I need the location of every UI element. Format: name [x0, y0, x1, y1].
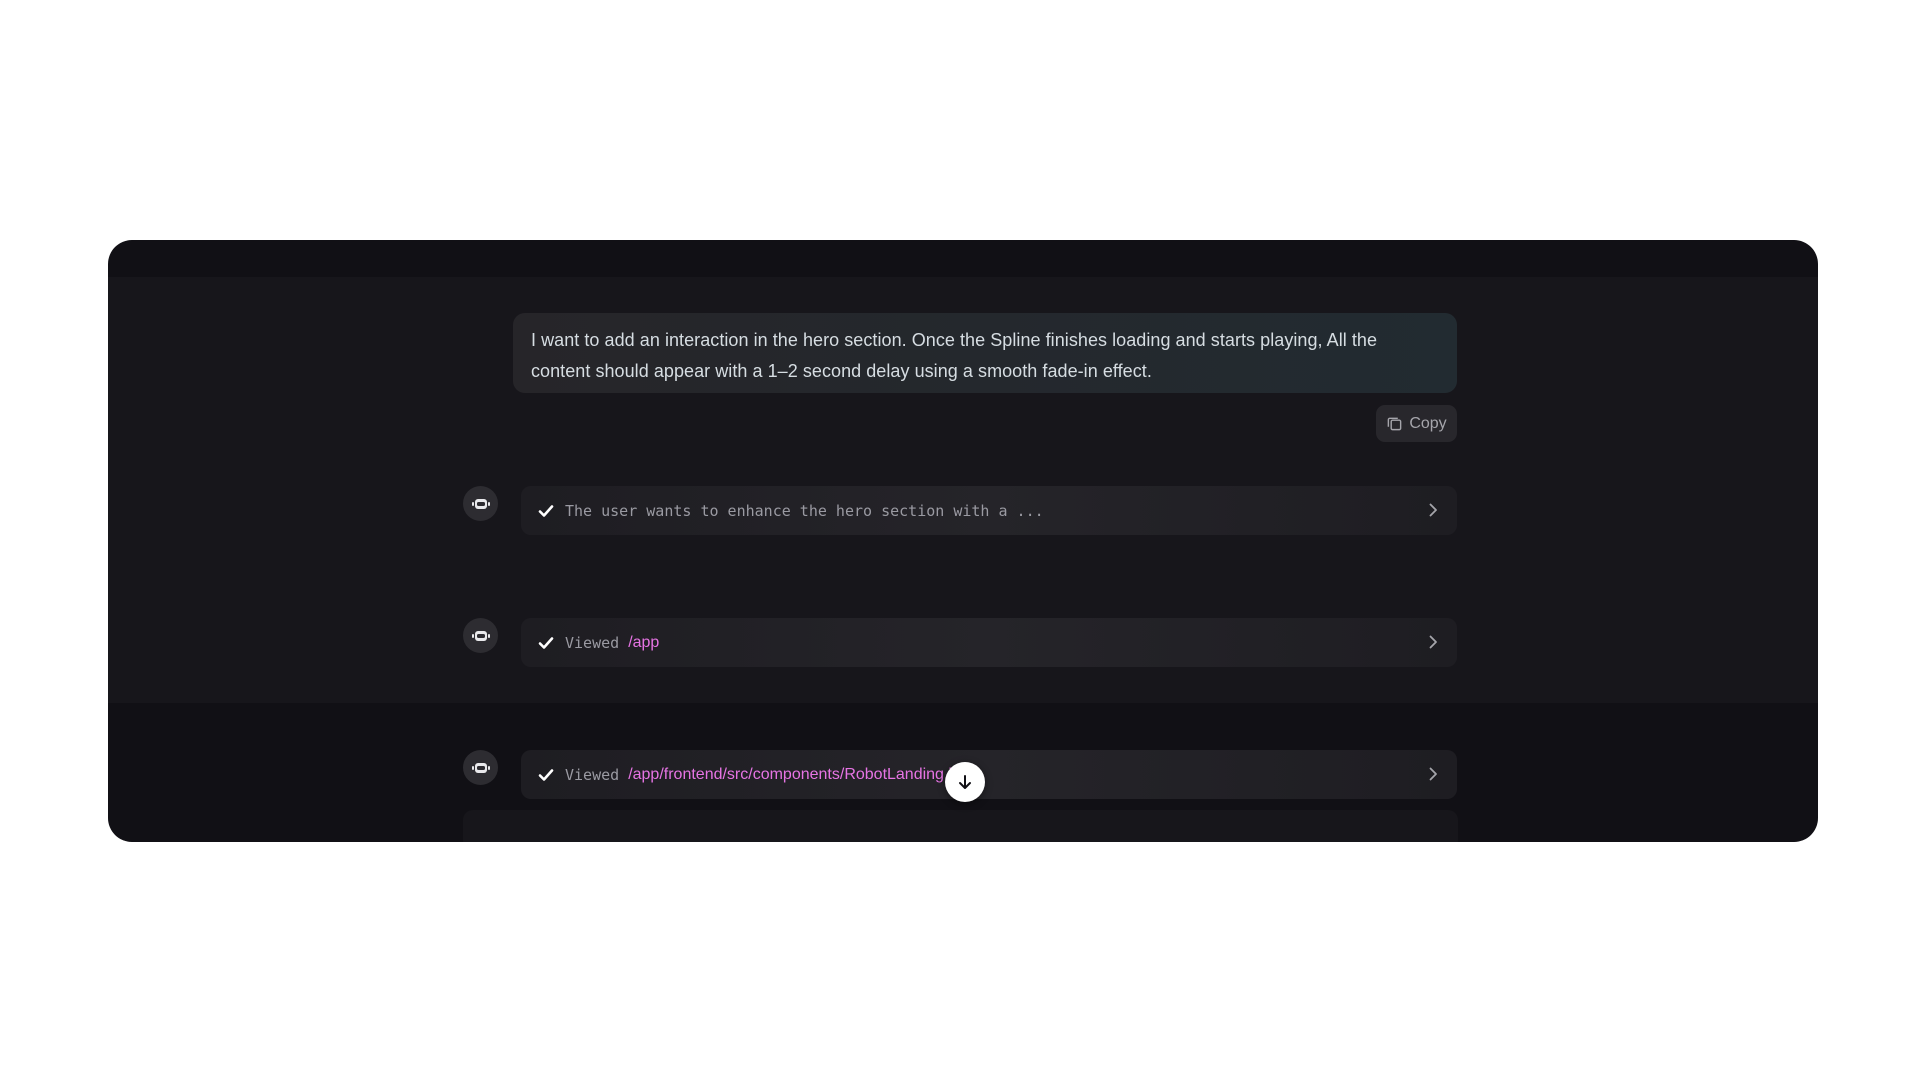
arrow-down-icon — [959, 775, 971, 789]
step-text: Viewed — [565, 633, 620, 652]
scroll-to-bottom-button[interactable] — [945, 762, 985, 802]
robot-icon — [471, 498, 490, 509]
chevron-right-icon — [1429, 635, 1437, 649]
check-icon — [538, 768, 554, 781]
step-card[interactable]: Viewed /app/frontend/src/components/Robo… — [521, 750, 1457, 799]
check-icon — [538, 504, 554, 517]
robot-icon — [471, 762, 490, 773]
step-text: Viewed — [565, 765, 620, 784]
check-icon — [538, 636, 554, 649]
agent-avatar — [463, 486, 498, 521]
file-path-link[interactable]: /app/frontend/src/components/RobotLandin… — [628, 766, 968, 784]
copy-icon — [1387, 417, 1402, 431]
step-card[interactable]: The user wants to enhance the hero secti… — [521, 486, 1457, 535]
step-text: The user wants to enhance the hero secti… — [565, 501, 1044, 520]
agent-avatar — [463, 750, 498, 785]
copy-label: Copy — [1409, 414, 1447, 432]
chevron-right-icon — [1429, 503, 1437, 517]
chevron-right-icon — [1429, 767, 1437, 781]
user-message-bubble: I want to add an interaction in the hero… — [513, 313, 1457, 393]
file-path-link[interactable]: /app — [628, 634, 659, 652]
partial-step-item — [463, 810, 1458, 842]
agent-avatar — [463, 618, 498, 653]
step-card[interactable]: Viewed /app — [521, 618, 1457, 667]
robot-icon — [471, 630, 490, 641]
chat-panel: I want to add an interaction in the hero… — [108, 240, 1818, 842]
copy-button[interactable]: Copy — [1376, 405, 1457, 442]
step-item: The user wants to enhance the hero secti… — [463, 486, 1458, 535]
step-item: Viewed /app — [463, 618, 1458, 667]
